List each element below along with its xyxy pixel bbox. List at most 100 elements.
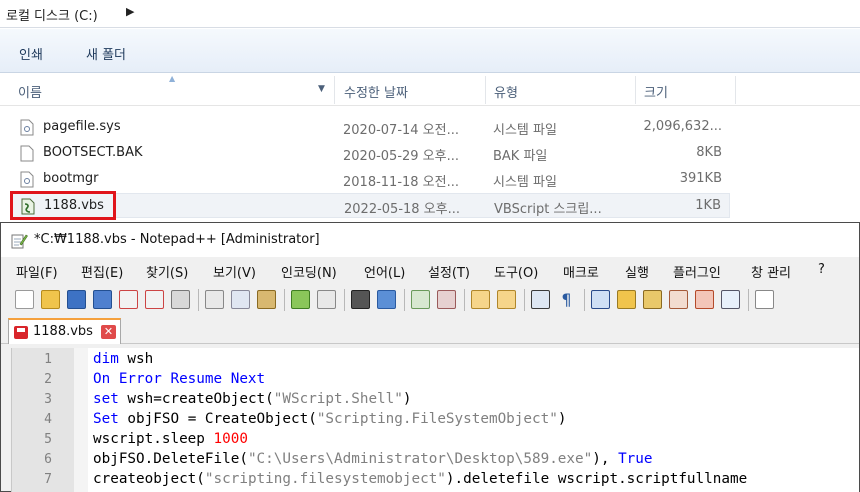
unsaved-file-icon (14, 326, 28, 339)
file-type: 시스템 파일 (493, 123, 557, 138)
find-icon[interactable] (351, 290, 370, 309)
save-all-icon[interactable] (93, 290, 112, 309)
fold-margin[interactable] (74, 348, 88, 492)
toolbar: ¶ (1, 284, 859, 316)
paste-icon[interactable] (257, 290, 276, 309)
file-date: 2020-07-14 오전... (343, 123, 459, 138)
file-date: 2018-11-18 오전... (343, 175, 459, 190)
menu-settings[interactable]: 설정(T) (428, 262, 470, 281)
replace-icon[interactable] (377, 290, 396, 309)
print-button[interactable]: 인쇄 (19, 44, 43, 63)
menu-tools[interactable]: 도구(O) (494, 262, 538, 281)
code-keyword: Set (93, 411, 119, 427)
menu-file[interactable]: 파일(F) (16, 262, 58, 281)
system-file-icon (20, 171, 34, 188)
close-file-icon[interactable] (119, 290, 138, 309)
menu-language[interactable]: 언어(L) (364, 262, 405, 281)
line-number: 6 (44, 452, 52, 467)
menu-run[interactable]: 실행 (625, 262, 649, 281)
tab-bar: 1188.vbs ✕ (1, 316, 859, 344)
column-header-size[interactable]: 크기 (644, 82, 668, 101)
code-text: ) (402, 391, 412, 407)
code-keyword: set (93, 391, 119, 407)
title-bar[interactable]: *C:₩1188.vbs - Notepad++ [Administrator] (1, 223, 859, 257)
code-line[interactable]: createobject("scripting.filesystemobject… (93, 471, 747, 487)
address-bar[interactable]: 로컬 디스크 (C:) ▶ (0, 0, 860, 28)
file-size: 8KB (696, 145, 722, 160)
file-row[interactable]: bootmgr 2018-11-18 오전... 시스템 파일 391KB (12, 167, 730, 192)
menu-edit[interactable]: 편집(E) (81, 262, 123, 281)
code-line[interactable]: dim wsh (93, 351, 153, 367)
code-string: "C:\Users\Administrator\Desktop\589.exe" (247, 451, 593, 467)
menu-search[interactable]: 찾기(S) (146, 262, 188, 281)
code-text: createobject( (93, 471, 205, 487)
zoom-out-icon[interactable] (437, 290, 456, 309)
code-text: ).deletefile wscript.scriptfullname (445, 471, 748, 487)
menu-macro[interactable]: 매크로 (563, 262, 599, 281)
function-list-icon[interactable] (669, 290, 688, 309)
menu-plugins[interactable]: 플러그인 (673, 262, 721, 281)
sync-horizontal-icon[interactable] (497, 290, 516, 309)
menu-bar: 파일(F) 편집(E) 찾기(S) 보기(V) 인코딩(N) 언어(L) 설정(… (1, 257, 859, 284)
file-explorer-window: 로컬 디스크 (C:) ▶ 인쇄 새 폴더 ▲ 이름 ▼ 수정한 날짜 유형 크… (0, 0, 860, 222)
column-header-date[interactable]: 수정한 날짜 (344, 82, 408, 101)
menu-encoding[interactable]: 인코딩(N) (281, 262, 337, 281)
udl-icon[interactable] (617, 290, 636, 309)
column-dropdown-icon[interactable]: ▼ (318, 84, 325, 94)
toolbar-separator (748, 289, 749, 311)
folder-as-workspace-icon[interactable] (695, 290, 714, 309)
redo-icon[interactable] (317, 290, 336, 309)
file-row[interactable]: BOOTSECT.BAK 2020-05-29 오후... BAK 파일 8KB (12, 141, 730, 166)
breadcrumb-arrow-icon[interactable]: ▶ (126, 5, 134, 18)
monitoring-icon[interactable] (721, 290, 740, 309)
document-map-icon[interactable] (643, 290, 662, 309)
column-header-row: ▲ 이름 ▼ 수정한 날짜 유형 크기 (0, 74, 860, 106)
column-divider[interactable] (485, 76, 486, 104)
open-folder-icon[interactable] (41, 290, 60, 309)
file-row[interactable]: pagefile.sys 2020-07-14 오전... 시스템 파일 2,0… (12, 115, 730, 140)
menu-help[interactable]: ? (818, 262, 825, 277)
code-text: objFSO.DeleteFile( (93, 451, 248, 467)
file-name: BOOTSECT.BAK (43, 145, 143, 160)
close-tab-icon[interactable]: ✕ (101, 325, 116, 339)
save-icon[interactable] (67, 290, 86, 309)
code-line[interactable]: objFSO.DeleteFile("C:\Users\Administrato… (93, 451, 653, 467)
menu-window[interactable]: 창 관리 (751, 262, 791, 281)
code-editor[interactable]: 1 2 3 4 5 6 7 dim wsh On Error Resume Next set w… (11, 348, 859, 492)
sort-indicator-icon: ▲ (169, 74, 176, 83)
word-wrap-icon[interactable] (531, 290, 550, 309)
explorer-toolbar: 인쇄 새 폴더 (0, 29, 860, 73)
code-line[interactable]: wscript.sleep 1000 (93, 431, 248, 447)
line-number: 3 (44, 392, 52, 407)
menu-view[interactable]: 보기(V) (213, 262, 256, 281)
column-divider[interactable] (334, 76, 335, 104)
print-icon[interactable] (171, 290, 190, 309)
code-keyword: dim (93, 351, 119, 367)
copy-icon[interactable] (231, 290, 250, 309)
tab-1188-vbs[interactable]: 1188.vbs ✕ (8, 318, 121, 344)
new-folder-button[interactable]: 새 폴더 (86, 44, 126, 63)
code-number: 1000 (213, 431, 248, 447)
show-all-characters-icon[interactable]: ¶ (557, 290, 576, 309)
breadcrumb-local-disk[interactable]: 로컬 디스크 (C:) (6, 5, 98, 24)
new-file-icon[interactable] (15, 290, 34, 309)
code-line[interactable]: set wsh=createObject("WScript.Shell") (93, 391, 412, 407)
column-divider[interactable] (635, 76, 636, 104)
sync-vertical-icon[interactable] (471, 290, 490, 309)
record-macro-icon[interactable] (755, 290, 774, 309)
indent-guide-icon[interactable] (591, 290, 610, 309)
file-name: bootmgr (43, 171, 99, 186)
column-divider[interactable] (735, 76, 736, 104)
code-line[interactable]: On Error Resume Next (93, 371, 265, 387)
close-all-icon[interactable] (145, 290, 164, 309)
column-header-name[interactable]: 이름 (18, 82, 42, 101)
file-row-selected[interactable]: 1188.vbs 2022-05-18 오후... VBScript 스크립..… (12, 193, 730, 218)
undo-icon[interactable] (291, 290, 310, 309)
code-text: wsh=createObject( (118, 391, 274, 407)
file-type: VBScript 스크립... (494, 202, 602, 217)
cut-icon[interactable] (205, 290, 224, 309)
code-string: "Scripting.FileSystemObject" (316, 411, 558, 427)
code-line[interactable]: Set objFSO = CreateObject("Scripting.Fil… (93, 411, 566, 427)
column-header-type[interactable]: 유형 (494, 82, 518, 101)
zoom-in-icon[interactable] (411, 290, 430, 309)
